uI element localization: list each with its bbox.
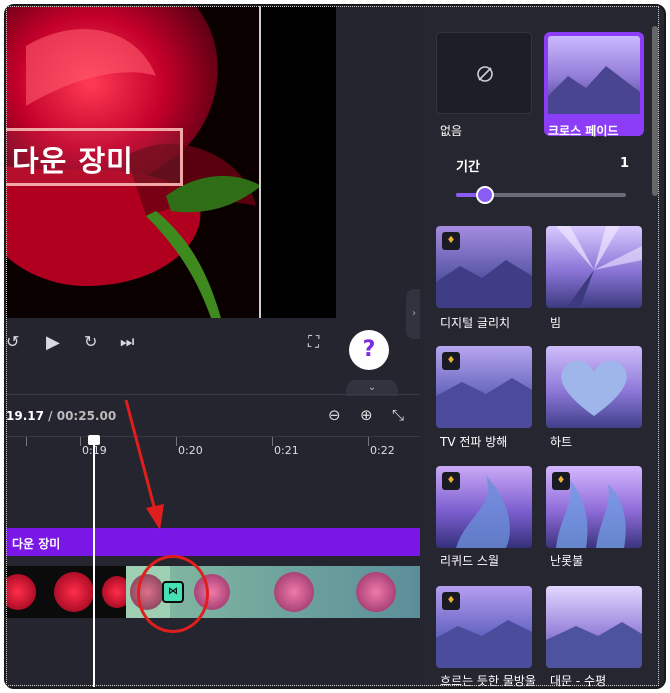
transition-label: TV 전파 방해: [440, 435, 508, 449]
premium-gem-icon: ♦: [442, 232, 460, 250]
transition-label: 리퀴드 스월: [440, 554, 500, 568]
transition-digital-glitch[interactable]: ♦: [436, 226, 532, 308]
transition-tv-static[interactable]: ♦: [436, 346, 532, 428]
mountain-thumb: [548, 66, 640, 114]
transition-label: 난롯불: [550, 554, 584, 568]
heart-thumb: [561, 360, 627, 416]
divider: [6, 394, 420, 395]
transition-label: 대문 - 수평: [550, 674, 607, 688]
rewind-5s-icon[interactable]: ↺: [6, 332, 19, 351]
video-track[interactable]: [6, 566, 420, 618]
transition-beam[interactable]: [546, 226, 642, 308]
transition-none[interactable]: [436, 32, 532, 114]
transition-label: 디지털 글리치: [440, 316, 511, 330]
zoom-in-icon[interactable]: ⊕: [360, 406, 373, 424]
duration-slider[interactable]: [456, 186, 626, 204]
editor-area: 다운 장미 ↺ ▶ ↻ ⏭ ⛶ ? ⌄ 19.17 / 00:25.00 ⊖ ⊕…: [6, 6, 420, 687]
total-time: / 00:25.00: [48, 409, 117, 423]
skip-end-icon[interactable]: ⏭: [120, 332, 134, 352]
zoom-out-icon[interactable]: ⊖: [328, 406, 341, 424]
playhead-handle[interactable]: [88, 435, 100, 445]
video-clip-1[interactable]: [6, 566, 132, 618]
transition-label: 없음: [440, 124, 463, 138]
fullscreen-icon[interactable]: ⛶: [308, 332, 319, 352]
help-button[interactable]: ?: [349, 330, 389, 370]
fit-timeline-icon[interactable]: ⤡: [392, 406, 404, 424]
playhead-line[interactable]: [93, 438, 95, 687]
crop-boundary: [259, 6, 261, 318]
transition-label: 하트: [550, 435, 573, 449]
time-display: 19.17 / 00:25.00: [6, 409, 116, 423]
premium-gem-icon: ♦: [442, 352, 460, 370]
ruler-tick-label: 0:21: [274, 444, 299, 457]
text-track-label: 다운 장미: [12, 537, 61, 551]
video-preview[interactable]: 다운 장미: [6, 6, 336, 318]
transition-gate-horizontal[interactable]: [546, 586, 642, 668]
red-arrow-annotation: [124, 399, 164, 530]
current-time: 19.17: [6, 409, 44, 423]
transition-fire[interactable]: ♦: [546, 466, 642, 548]
transition-heart[interactable]: [546, 346, 642, 428]
transition-label-selected: 크로스 페이드: [548, 124, 619, 138]
no-transition-icon: [477, 66, 493, 82]
transition-flowing-drops[interactable]: ♦: [436, 586, 532, 668]
duration-label: 기간: [456, 160, 480, 175]
duration-value: 1: [620, 156, 630, 171]
text-overlay[interactable]: 다운 장미: [12, 138, 134, 180]
duration-slider-knob[interactable]: [476, 186, 494, 204]
timeline-ruler[interactable]: 0:19 0:20 0:21 0:22: [6, 436, 420, 462]
beam-thumb: [556, 226, 642, 308]
mountain-thumb: [546, 622, 642, 668]
premium-gem-icon: ♦: [552, 472, 570, 490]
premium-gem-icon: ♦: [442, 472, 460, 490]
forward-5s-icon[interactable]: ↻: [84, 332, 97, 351]
transition-label: 빔: [550, 316, 562, 330]
ruler-tick-label: 0:22: [370, 444, 395, 457]
ruler-tick-label: 0:20: [178, 444, 203, 457]
transition-cross-fade[interactable]: [544, 32, 644, 136]
premium-gem-icon: ♦: [442, 592, 460, 610]
text-track-clip[interactable]: 다운 장미: [6, 528, 420, 556]
transition-liquid-swirl[interactable]: ♦: [436, 466, 532, 548]
app-window: 다운 장미 ↺ ▶ ↻ ⏭ ⛶ ? ⌄ 19.17 / 00:25.00 ⊖ ⊕…: [4, 4, 666, 689]
transition-label: 흐르는 듯한 물방울: [440, 674, 536, 688]
play-icon[interactable]: ▶: [46, 332, 60, 353]
highlight-circle: [137, 555, 209, 633]
panel-scrollbar[interactable]: [652, 26, 658, 196]
